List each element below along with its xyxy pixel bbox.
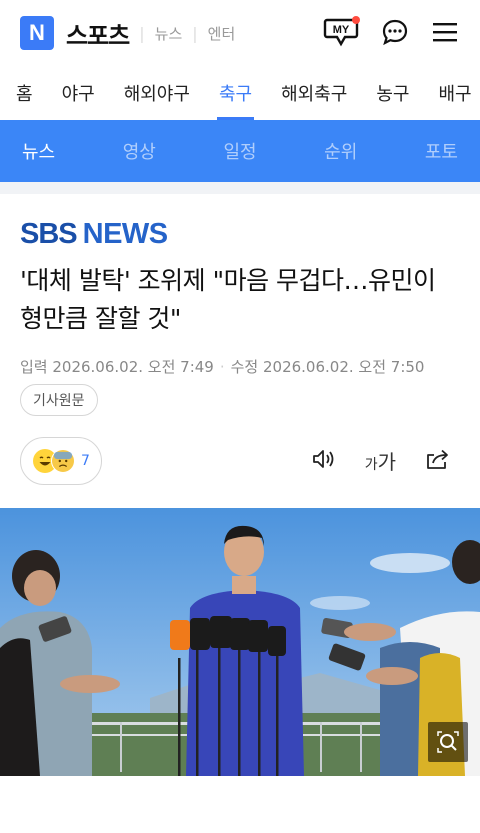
font-size-small-label: 가 xyxy=(364,457,378,473)
font-size-button[interactable]: 가가 xyxy=(365,446,396,475)
category-baseball[interactable]: 야구 xyxy=(46,66,108,120)
magnifier-icon xyxy=(437,731,459,753)
subtab-ranking[interactable]: 순위 xyxy=(324,138,357,164)
category-world-baseball[interactable]: 해외야구 xyxy=(108,66,203,120)
divider: | xyxy=(192,23,198,43)
press-conference-photo xyxy=(0,508,480,776)
press-logo-sbs: SBS xyxy=(20,218,78,250)
speaker-icon xyxy=(312,449,334,468)
sad-emoji-icon xyxy=(51,449,75,473)
article-title: '대체 발탁' 조위제 "마음 무겁다…유민이 형만큼 잘할 것" xyxy=(20,266,436,333)
category-soccer[interactable]: 축구 xyxy=(203,66,265,120)
sports-brand-title[interactable]: 스포츠 xyxy=(66,16,130,51)
menu-icon xyxy=(433,23,457,42)
divider: · xyxy=(219,357,225,376)
press-logo-news: NEWS xyxy=(82,218,169,250)
input-date: 입력 2026.06.02. 오전 7:49 xyxy=(20,358,214,376)
category-volleyball[interactable]: 배구 xyxy=(422,66,480,120)
section-gap xyxy=(0,182,480,194)
article-dates: 입력 2026.06.02. 오전 7:49 · 수정 2026.06.02. … xyxy=(20,356,424,377)
category-basketball[interactable]: 농구 xyxy=(360,66,422,120)
category-world-soccer[interactable]: 해외축구 xyxy=(265,66,360,120)
original-article-button[interactable]: 기사원문 xyxy=(20,384,98,416)
header-link-news[interactable]: 뉴스 xyxy=(155,23,183,44)
edit-date: 수정 2026.06.02. 오전 7:50 xyxy=(230,358,425,376)
share-button[interactable] xyxy=(424,447,450,475)
article-photo[interactable] xyxy=(0,508,480,776)
font-size-big-label: 가 xyxy=(377,450,396,474)
my-label: MY xyxy=(333,24,350,36)
divider: | xyxy=(139,23,145,43)
notification-dot xyxy=(352,16,360,24)
subtab-photo[interactable]: 포토 xyxy=(425,138,458,164)
naver-logo[interactable]: N xyxy=(20,16,54,50)
chat-button[interactable] xyxy=(380,17,410,47)
top-header: N 스포츠 | 뉴스 | 엔터 MY xyxy=(0,0,480,66)
press-logo[interactable]: SBS NEWS xyxy=(20,218,168,251)
chat-icon xyxy=(382,19,408,46)
reaction-button[interactable]: 7 xyxy=(20,437,102,485)
sub-nav: 뉴스 영상 일정 순위 포토 xyxy=(0,120,480,182)
article-tools: 가가 xyxy=(311,446,450,475)
category-nav: 홈 야구 해외야구 축구 해외축구 농구 배구 xyxy=(0,66,480,120)
category-home[interactable]: 홈 xyxy=(0,66,46,120)
tts-button[interactable] xyxy=(311,447,337,475)
my-button[interactable]: MY xyxy=(322,14,360,50)
share-icon xyxy=(427,449,448,469)
subtab-video[interactable]: 영상 xyxy=(123,138,156,164)
reaction-count: 7 xyxy=(81,453,90,469)
photo-zoom-button[interactable] xyxy=(428,722,468,762)
menu-button[interactable] xyxy=(430,17,460,47)
subtab-schedule[interactable]: 일정 xyxy=(223,138,256,164)
subtab-news[interactable]: 뉴스 xyxy=(22,138,55,164)
header-link-entertain[interactable]: 엔터 xyxy=(208,23,236,44)
